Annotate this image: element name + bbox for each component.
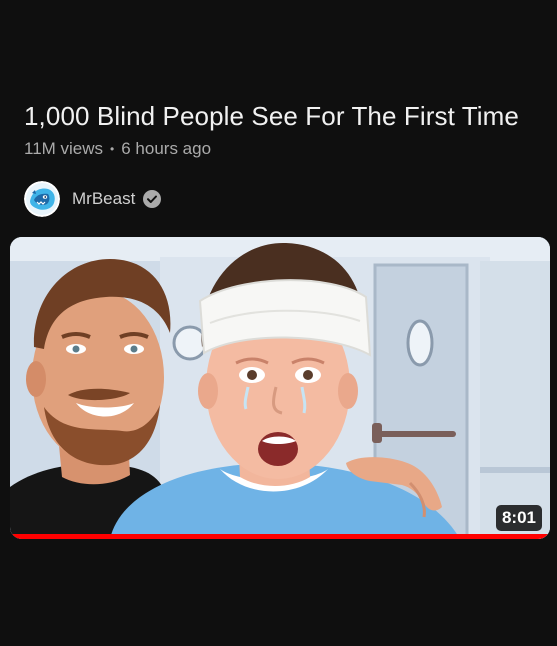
channel-avatar[interactable]: [24, 181, 60, 217]
video-title[interactable]: 1,000 Blind People See For The First Tim…: [24, 100, 544, 132]
video-duration-badge: 8:01: [495, 505, 542, 531]
upload-age: 6 hours ago: [121, 139, 212, 158]
verified-badge-icon: [143, 190, 162, 208]
channel-row: MrBeast: [24, 180, 162, 218]
video-thumbnail[interactable]: 8:01: [10, 237, 550, 539]
meta-separator: •: [110, 142, 115, 156]
watch-progress-fill: [10, 534, 550, 539]
watch-progress-bar: [10, 534, 550, 539]
view-count: 11M views: [24, 139, 104, 158]
video-metadata: 11M views • 6 hours ago: [24, 138, 211, 160]
channel-name[interactable]: MrBeast: [72, 189, 135, 209]
video-card[interactable]: 1,000 Blind People See For The First Tim…: [0, 0, 557, 646]
thumbnail-image: [10, 237, 550, 539]
